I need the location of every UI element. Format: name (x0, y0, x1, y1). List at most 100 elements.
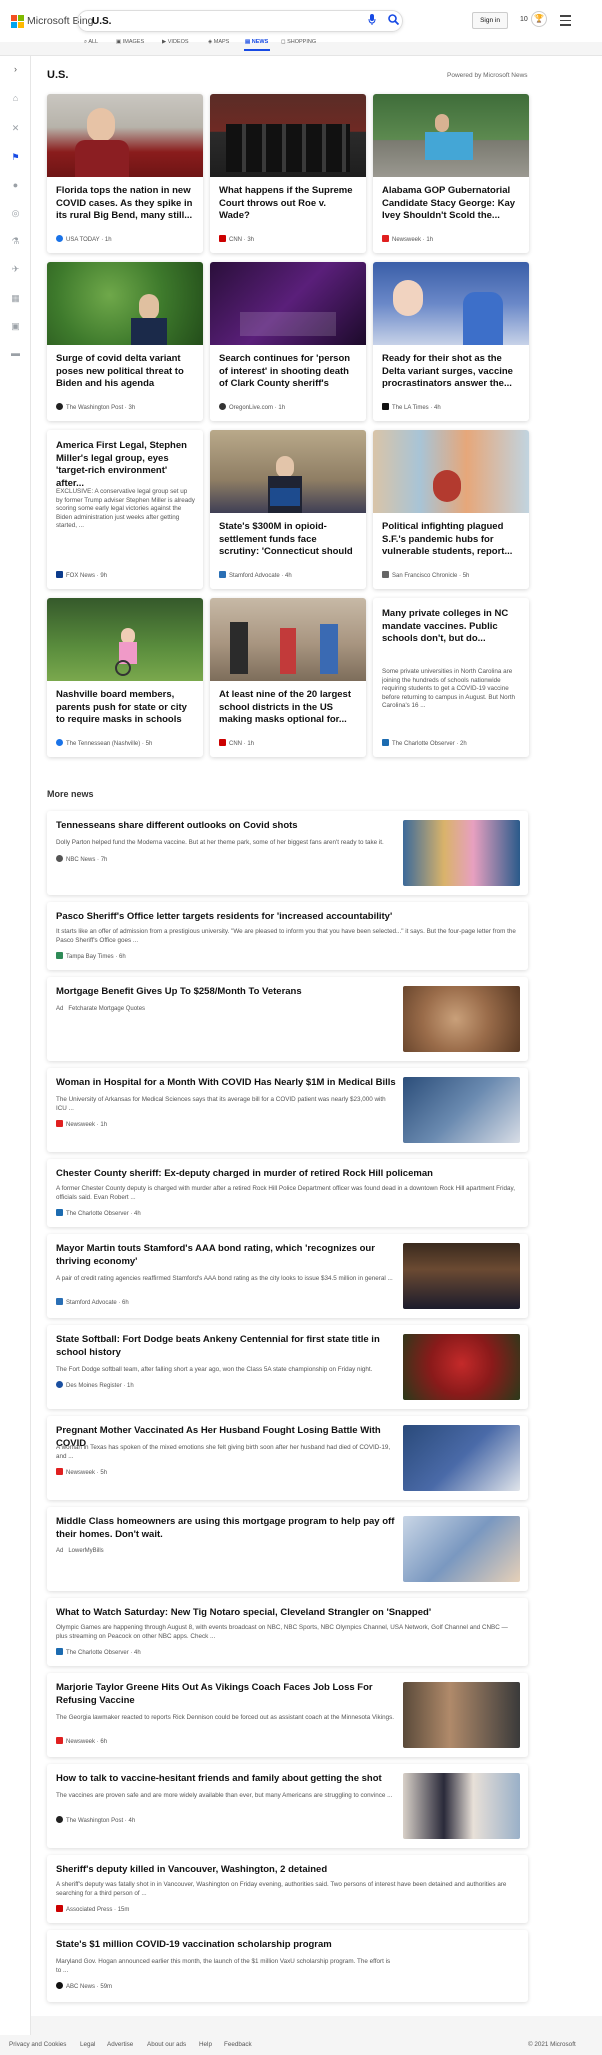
row-title[interactable]: Mayor Martin touts Stamford's AAA bond r… (56, 1243, 396, 1268)
news-row[interactable]: Sheriff's deputy killed in Vancouver, Wa… (47, 1855, 528, 1923)
row-title[interactable]: Middle Class homeowners are using this m… (56, 1516, 396, 1541)
news-card[interactable]: State's $300M in opioid-settlement funds… (210, 430, 366, 589)
source-age: 1h (100, 1122, 108, 1128)
news-card[interactable]: Search continues for 'person of interest… (210, 262, 366, 421)
rocket-icon[interactable]: ✈ (10, 264, 21, 275)
row-title[interactable]: Mortgage Benefit Gives Up To $258/Month … (56, 986, 396, 999)
source-favicon-icon (219, 235, 226, 242)
news-row[interactable]: Mayor Martin touts Stamford's AAA bond r… (47, 1234, 528, 1318)
microscope-icon[interactable]: ⚗ (10, 236, 21, 247)
footer-link-help[interactable]: Help (199, 2041, 212, 2048)
row-title[interactable]: State Softball: Fort Dodge beats Ankeny … (56, 1334, 396, 1359)
briefcase-icon[interactable]: ▣ (10, 321, 21, 332)
ad-row[interactable]: Middle Class homeowners are using this m… (47, 1507, 528, 1591)
card-title[interactable]: State's $300M in opioid-settlement funds… (219, 521, 358, 559)
section-title: U.S. (47, 69, 69, 81)
row-title[interactable]: Chester County sheriff: Ex-deputy charge… (56, 1168, 516, 1181)
menu-icon[interactable] (560, 15, 571, 29)
news-card[interactable]: Surge of covid delta variant poses new p… (47, 262, 203, 421)
rewards-trophy-icon[interactable]: 🏆 (531, 11, 547, 27)
card-title[interactable]: Florida tops the nation in new COVID cas… (56, 185, 195, 223)
card-image (47, 262, 203, 345)
card-title[interactable]: Ready for their shot as the Delta varian… (382, 353, 521, 391)
money-icon[interactable]: ▬ (10, 348, 21, 359)
search-query[interactable]: U.S. (92, 16, 111, 27)
news-row[interactable]: How to talk to vaccine-hesitant friends … (47, 1764, 528, 1848)
news-row[interactable]: Pregnant Mother Vaccinated As Her Husban… (47, 1416, 528, 1500)
news-row[interactable]: State's $1 million COVID-19 vaccination … (47, 1930, 528, 2002)
tab-shopping[interactable]: ◻ SHOPPING (281, 39, 316, 45)
row-title[interactable]: Tennesseans share different outlooks on … (56, 820, 396, 833)
rewards-count[interactable]: 10 (520, 16, 528, 23)
news-card[interactable]: Political infighting plagued S.F.'s pand… (373, 430, 529, 589)
source-favicon-icon (382, 235, 389, 242)
card-title[interactable]: Nashville board members, parents push fo… (56, 689, 195, 727)
tab-news[interactable]: ▤ NEWS (245, 39, 268, 45)
location-pin-icon[interactable]: ● (10, 180, 21, 191)
card-title[interactable]: Alabama GOP Gubernatorial Candidate Stac… (382, 185, 521, 223)
footer-link-feedback[interactable]: Feedback (224, 2041, 252, 2048)
tab-videos[interactable]: ▶ VIDEOS (162, 39, 189, 45)
card-title[interactable]: Political infighting plagued S.F.'s pand… (382, 521, 521, 559)
news-row[interactable]: Marjorie Taylor Greene Hits Out As Vikin… (47, 1673, 528, 1757)
news-card[interactable]: Alabama GOP Gubernatorial Candidate Stac… (373, 94, 529, 253)
news-card[interactable]: What happens if the Supreme Court throws… (210, 94, 366, 253)
microphone-icon[interactable] (368, 14, 376, 25)
home-icon[interactable]: ⌂ (10, 93, 21, 104)
row-title[interactable]: Sheriff's deputy killed in Vancouver, Wa… (56, 1864, 516, 1877)
news-card[interactable]: Many private colleges in NC mandate vacc… (373, 598, 529, 757)
card-title[interactable]: Search continues for 'person of interest… (219, 353, 358, 391)
footer-link-advertise[interactable]: Advertise (107, 2041, 133, 2048)
news-row[interactable]: Chester County sheriff: Ex-deputy charge… (47, 1159, 528, 1227)
footer-link-privacy[interactable]: Privacy and Cookies (9, 2041, 66, 2048)
source-name: The Charlotte Observer (66, 1650, 129, 1656)
card-title[interactable]: Surge of covid delta variant poses new p… (56, 353, 195, 391)
row-description: A former Chester County deputy is charge… (56, 1185, 515, 1201)
news-card[interactable]: Ready for their shot as the Delta varian… (373, 262, 529, 421)
row-source: The Washington Post · 4h (56, 1816, 135, 1824)
news-row[interactable]: Tennesseans share different outlooks on … (47, 811, 528, 895)
row-title[interactable]: State's $1 million COVID-19 vaccination … (56, 1939, 396, 1952)
news-card[interactable]: America First Legal, Stephen Miller's le… (47, 430, 203, 589)
source-name: NBC News (66, 857, 96, 863)
row-description: Maryland Gov. Hogan announced earlier th… (56, 1958, 391, 1974)
expand-chevron-icon[interactable]: › (10, 64, 21, 75)
row-title[interactable]: Pasco Sheriff's Office letter targets re… (56, 911, 516, 924)
card-title[interactable]: Many private colleges in NC mandate vacc… (382, 608, 521, 646)
news-card[interactable]: At least nine of the 20 largest school d… (210, 598, 366, 757)
crosshair-icon[interactable]: ✕ (10, 123, 21, 134)
source-name: OregonLive.com (229, 405, 274, 411)
news-card[interactable]: Nashville board members, parents push fo… (47, 598, 203, 757)
microsoft-logo-icon[interactable] (11, 15, 24, 28)
row-title[interactable]: Marjorie Taylor Greene Hits Out As Vikin… (56, 1682, 396, 1707)
footer-link-about-ads[interactable]: About our ads (147, 2041, 186, 2048)
news-row[interactable]: Pasco Sheriff's Office letter targets re… (47, 902, 528, 970)
tab-images[interactable]: ▣ IMAGES (116, 39, 144, 45)
row-description: The vaccines are proven safe and are mor… (56, 1792, 393, 1799)
card-title[interactable]: America First Legal, Stephen Miller's le… (56, 440, 195, 490)
news-row[interactable]: State Softball: Fort Dodge beats Ankeny … (47, 1325, 528, 1409)
search-icon[interactable] (388, 14, 399, 25)
tab-all[interactable]: ⌕ ALL (84, 39, 98, 46)
ad-row[interactable]: Mortgage Benefit Gives Up To $258/Month … (47, 977, 528, 1061)
row-title[interactable]: Woman in Hospital for a Month With COVID… (56, 1077, 396, 1090)
footer-link-legal[interactable]: Legal (80, 2041, 95, 2048)
us-flag-icon[interactable]: ⚑ (10, 152, 21, 163)
news-card[interactable]: Florida tops the nation in new COVID cas… (47, 94, 203, 253)
sign-in-button[interactable]: Sign in (472, 12, 508, 29)
card-title[interactable]: What happens if the Supreme Court throws… (219, 185, 358, 223)
tab-maps[interactable]: ◈ MAPS (208, 39, 229, 45)
film-icon[interactable]: ▦ (10, 293, 21, 304)
row-title[interactable]: What to Watch Saturday: New Tig Notaro s… (56, 1607, 516, 1620)
row-title[interactable]: How to talk to vaccine-hesitant friends … (56, 1773, 396, 1786)
news-row[interactable]: What to Watch Saturday: New Tig Notaro s… (47, 1598, 528, 1666)
source-age: 9h (100, 573, 108, 579)
card-title[interactable]: At least nine of the 20 largest school d… (219, 689, 358, 727)
powered-by[interactable]: Powered by Microsoft News (447, 72, 528, 79)
row-source: Tampa Bay Times · 6h (56, 952, 126, 960)
card-source: OregonLive.com · 1h (219, 403, 285, 411)
search-box[interactable]: U.S. (77, 10, 403, 32)
card-image (210, 94, 366, 177)
news-row[interactable]: Woman in Hospital for a Month With COVID… (47, 1068, 528, 1152)
globe-icon[interactable]: ◎ (10, 208, 21, 219)
